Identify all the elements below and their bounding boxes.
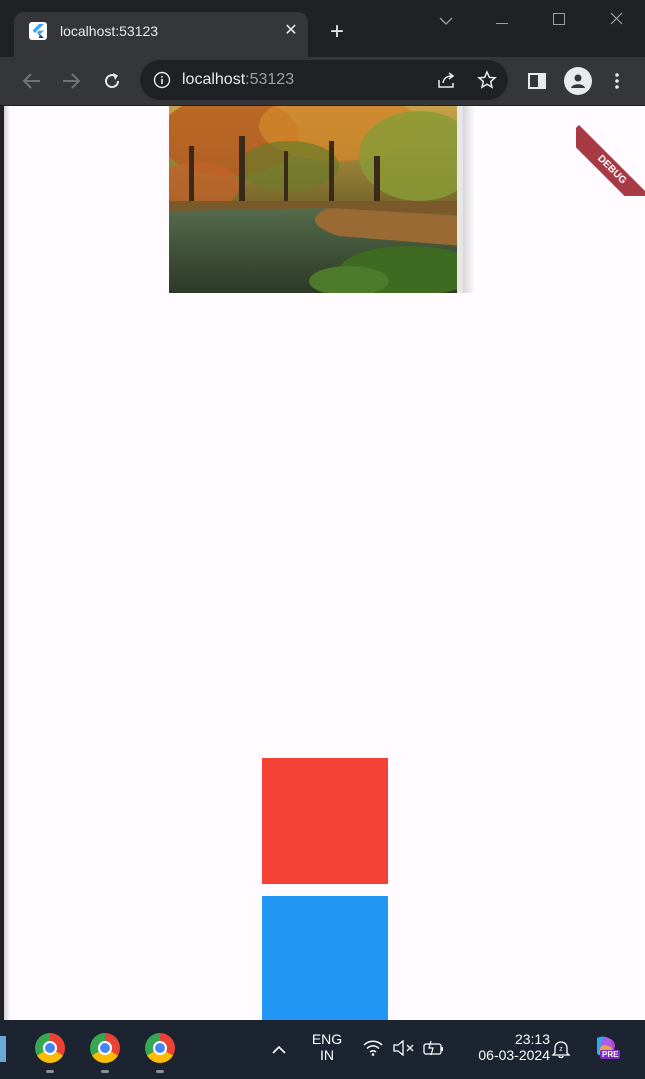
new-tab-button[interactable]: + xyxy=(324,19,350,45)
blue-square xyxy=(262,896,388,1020)
chrome-taskbar-icon[interactable] xyxy=(90,1033,120,1063)
bookmark-star-icon[interactable] xyxy=(477,70,497,95)
url-text: localhost:53123 xyxy=(182,71,294,89)
red-square xyxy=(262,758,388,884)
back-icon[interactable] xyxy=(18,67,46,95)
running-indicator xyxy=(46,1070,54,1073)
running-indicator xyxy=(101,1070,109,1073)
language-indicator[interactable]: ENG IN xyxy=(306,1031,348,1063)
minimize-icon[interactable] xyxy=(486,6,518,34)
debug-banner-label: DEBUG xyxy=(576,124,645,196)
browser-toolbar: localhost:53123 xyxy=(0,57,645,105)
close-window-icon[interactable] xyxy=(600,6,632,34)
tab-strip: localhost:53123 ✕ + xyxy=(0,0,645,58)
language-region: IN xyxy=(320,1047,334,1063)
reload-icon[interactable] xyxy=(98,67,126,95)
debug-banner: DEBUG xyxy=(576,106,645,196)
svg-text:z: z xyxy=(559,1046,563,1053)
show-hidden-icons-chevron-up-icon[interactable] xyxy=(271,1042,287,1060)
chrome-taskbar-icon[interactable] xyxy=(35,1033,65,1063)
wifi-icon[interactable] xyxy=(363,1040,383,1061)
clock[interactable]: 23:13 06-03-2024 xyxy=(456,1031,550,1063)
windows-taskbar: ENG IN 23:13 06-03-2024 z PRE xyxy=(0,1020,645,1079)
page-viewport: DEBUG xyxy=(4,106,645,1020)
notification-bell-icon[interactable]: z xyxy=(551,1039,571,1064)
tab-title: localhost:53123 xyxy=(60,23,159,39)
chrome-taskbar-icon[interactable] xyxy=(145,1033,175,1063)
speaker-muted-icon[interactable] xyxy=(393,1039,415,1061)
side-panel-icon[interactable] xyxy=(523,67,551,95)
tab-search-icon[interactable] xyxy=(430,6,462,34)
url-port: :53123 xyxy=(245,71,295,88)
url-host: localhost xyxy=(182,71,246,88)
address-bar[interactable]: localhost:53123 xyxy=(140,60,508,100)
flutter-icon xyxy=(29,22,47,40)
clock-time: 23:13 xyxy=(514,1031,550,1047)
site-info-icon[interactable] xyxy=(153,71,171,94)
copilot-icon[interactable]: PRE xyxy=(591,1034,621,1064)
viewport-edge-shadow xyxy=(4,106,10,1020)
running-indicator xyxy=(156,1070,164,1073)
profile-avatar-icon[interactable] xyxy=(564,67,592,95)
browser-tab[interactable]: localhost:53123 ✕ xyxy=(14,12,308,58)
share-icon[interactable] xyxy=(437,71,457,94)
menu-kebab-icon[interactable] xyxy=(603,67,631,95)
forward-icon[interactable] xyxy=(57,67,85,95)
widgets-icon[interactable] xyxy=(0,1036,6,1062)
battery-charging-icon[interactable] xyxy=(423,1040,445,1061)
language-code: ENG xyxy=(311,1031,343,1047)
clock-date: 06-03-2024 xyxy=(478,1047,550,1063)
copilot-badge: PRE xyxy=(600,1050,621,1059)
autumn-forest-photo xyxy=(169,106,463,293)
close-tab-icon[interactable]: ✕ xyxy=(280,20,302,42)
maximize-icon[interactable] xyxy=(543,6,575,34)
